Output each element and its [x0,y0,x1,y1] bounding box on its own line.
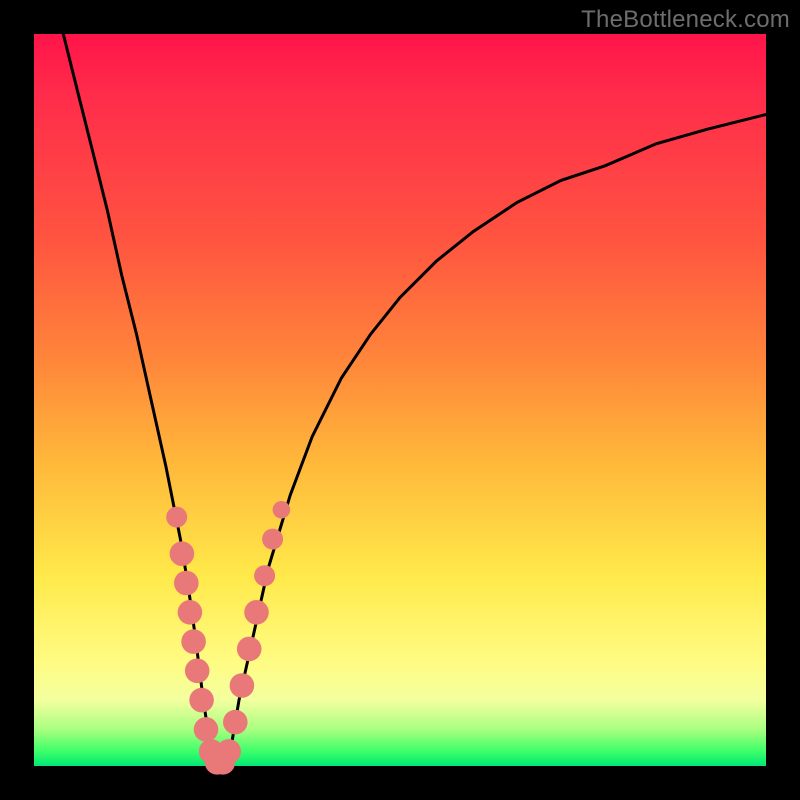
marker-dot [223,710,248,735]
watermark-text: TheBottleneck.com [581,6,790,34]
marker-dot [244,600,269,625]
marker-dot [189,688,214,713]
marker-dot [230,673,255,698]
marker-dot [174,571,199,596]
marker-dot [185,659,210,684]
marker-dot [262,529,283,550]
curve-layer [34,34,766,766]
marker-dot [170,541,195,566]
plot-area [34,34,766,766]
marker-dot [273,501,291,519]
chart-frame: TheBottleneck.com [0,0,800,800]
marker-dot [166,507,187,528]
marker-dot [178,600,203,625]
marker-dot [237,637,262,662]
marker-group [166,501,290,775]
bottleneck-curve [63,34,766,766]
marker-dot [181,629,206,654]
marker-dot [194,717,219,742]
marker-dot [254,565,275,586]
marker-dot [216,739,241,764]
